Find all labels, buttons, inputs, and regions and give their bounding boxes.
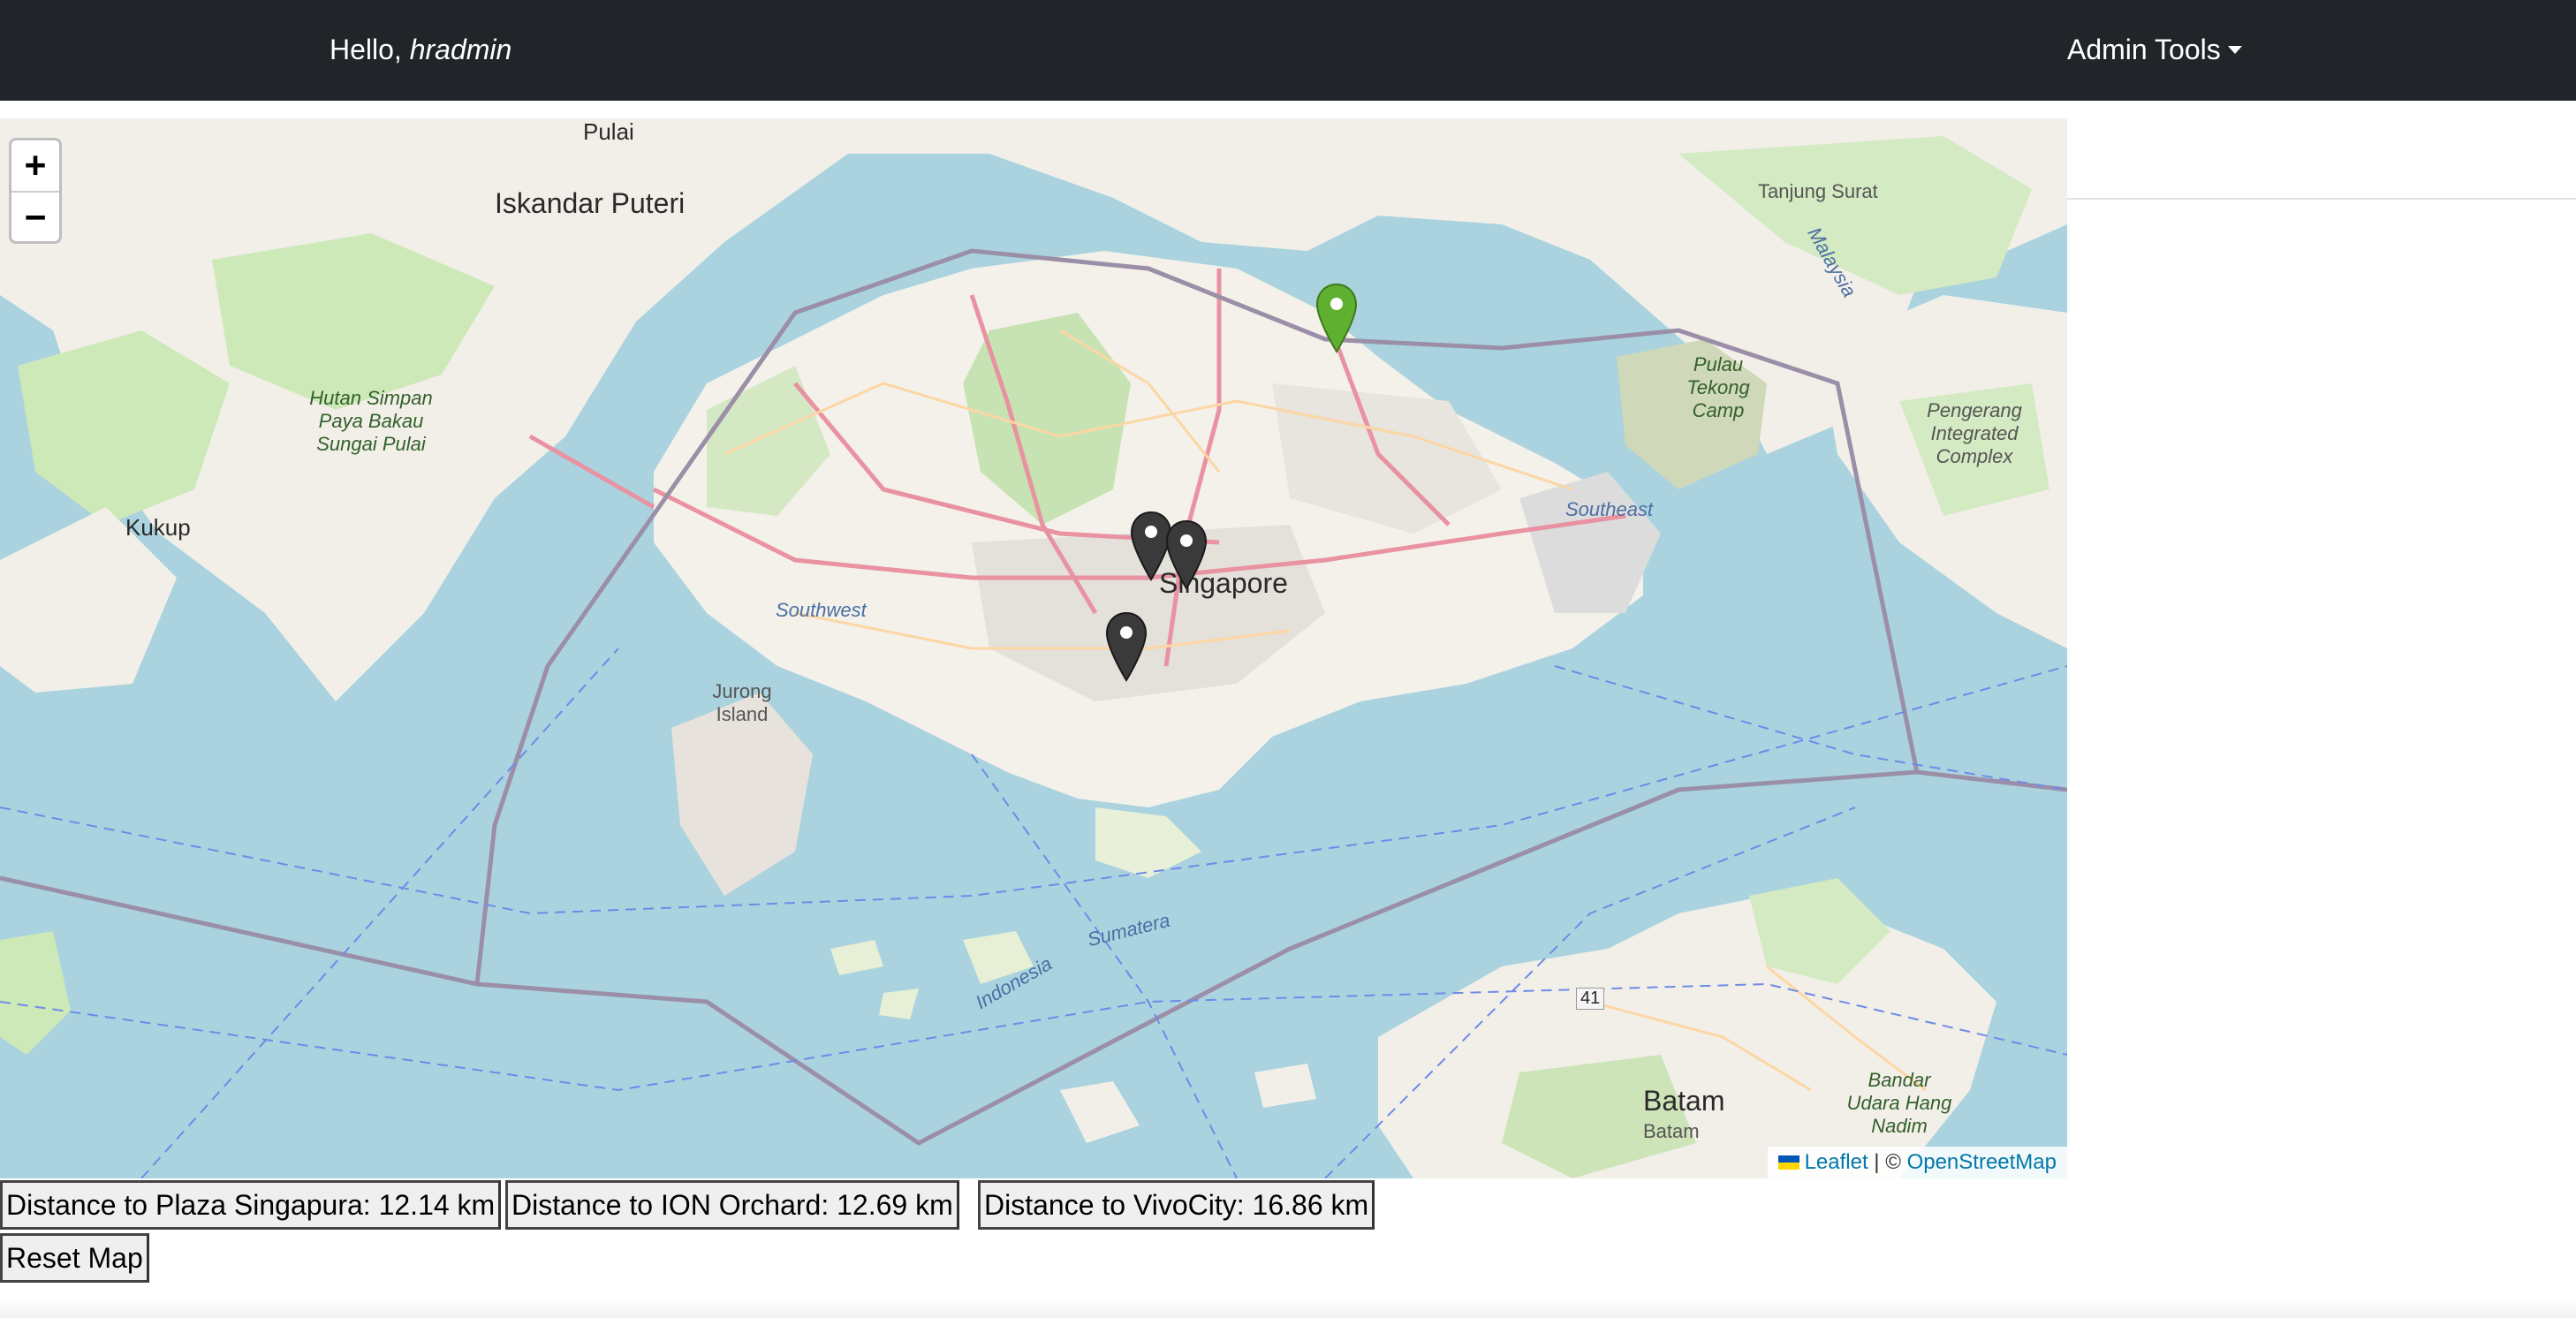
map-label-pulai: Pulai bbox=[583, 118, 634, 145]
ion-orchard-marker[interactable] bbox=[1164, 519, 1208, 592]
vivocity-marker[interactable] bbox=[1104, 611, 1148, 684]
map-tiles bbox=[0, 118, 2067, 1178]
greeting-prefix: Hello, bbox=[330, 34, 410, 65]
distance-vivocity-button[interactable]: Distance to VivoCity: 16.86 km bbox=[978, 1180, 1375, 1230]
zoom-in-button[interactable]: + bbox=[11, 140, 59, 191]
map-label-batam-small: Batam bbox=[1643, 1120, 1700, 1142]
map-label-tekong: Pulau Tekong Camp bbox=[1686, 353, 1750, 421]
admin-tools-label: Admin Tools bbox=[2067, 34, 2221, 65]
distance-ion-orchard-button[interactable]: Distance to ION Orchard: 12.69 km bbox=[505, 1180, 959, 1230]
map-label-pengerang: Pengerang Integrated Complex bbox=[1927, 399, 2022, 467]
map-attribution: Leaflet | © OpenStreetMap bbox=[1767, 1147, 2067, 1178]
divider bbox=[2067, 198, 2576, 200]
caret-down-icon bbox=[2227, 46, 2242, 54]
ukraine-flag-icon bbox=[1777, 1155, 1799, 1170]
map-label-southwest: Southwest bbox=[776, 599, 867, 621]
username: hradmin bbox=[409, 34, 512, 65]
greeting: Hello, hradmin bbox=[330, 30, 511, 69]
map-label-kukup: Kukup bbox=[125, 514, 191, 541]
openstreetmap-link[interactable]: OpenStreetMap bbox=[1907, 1150, 2057, 1174]
map-label-tanjung: Tanjung Surat bbox=[1758, 180, 1878, 202]
attribution-separator: | © bbox=[1868, 1150, 1907, 1174]
route-shield-41: 41 bbox=[1576, 988, 1605, 1010]
reset-map-button[interactable]: Reset Map bbox=[0, 1233, 149, 1283]
top-navbar: Hello, hradmin Admin Tools bbox=[0, 0, 2576, 101]
current-location-marker[interactable] bbox=[1315, 283, 1359, 355]
admin-tools-dropdown[interactable]: Admin Tools bbox=[2067, 30, 2242, 69]
map-label-jurong: Jurong Island bbox=[712, 680, 772, 725]
map-label-batam: Batam bbox=[1643, 1085, 1725, 1117]
map-label-bandara: Bandar Udara Hang Nadim bbox=[1846, 1069, 1952, 1137]
map-label-iskandar: Iskandar Puteri bbox=[495, 187, 686, 219]
map-label-hutan: Hutan Simpan Paya Bakau Sungai Pulai bbox=[309, 387, 433, 455]
map-label-southeast: Southeast bbox=[1565, 498, 1654, 520]
zoom-out-button[interactable]: − bbox=[11, 191, 59, 243]
zoom-control: + − bbox=[9, 138, 62, 244]
leaflet-link[interactable]: Leaflet bbox=[1805, 1150, 1868, 1174]
footer-shadow bbox=[0, 1299, 2576, 1318]
distance-plaza-singapura-button[interactable]: Distance to Plaza Singapura: 12.14 km bbox=[0, 1180, 502, 1230]
map[interactable]: Iskandar Puteri Pulai Hutan Simpan Paya … bbox=[0, 118, 2067, 1178]
